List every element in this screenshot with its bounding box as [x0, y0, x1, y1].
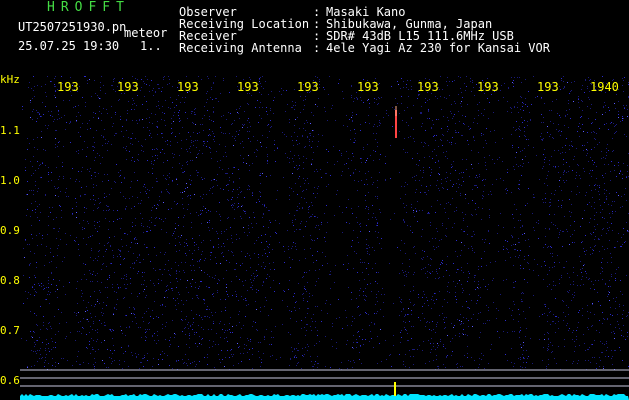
- status-flag: 1..: [140, 39, 162, 53]
- file-name: UT2507251930.pn: [18, 20, 127, 34]
- header-panel: HROFFT UT2507251930.pn meteor 25.07.25 1…: [0, 0, 629, 76]
- spectrogram-canvas: [20, 76, 629, 400]
- y-axis-unit: kHz: [0, 73, 20, 86]
- x-tick-label: 193: [237, 80, 259, 94]
- x-tick-label: 1940: [590, 80, 619, 94]
- x-tick-label: 193: [417, 80, 439, 94]
- signal-baseline: [20, 394, 629, 400]
- y-tick-label: 0.8: [0, 274, 20, 287]
- x-tick-label: 193: [177, 80, 199, 94]
- x-tick-label: 193: [477, 80, 499, 94]
- x-tick-label: 193: [117, 80, 139, 94]
- y-tick-label: 0.7: [0, 324, 20, 337]
- x-tick-label: 193: [357, 80, 379, 94]
- antenna-value: 4ele Yagi Az 230 for Kansai VOR: [326, 41, 550, 55]
- antenna-label: Receiving Antenna: [179, 41, 302, 55]
- x-tick-label: 193: [537, 80, 559, 94]
- detection-tag: meteor: [124, 26, 168, 40]
- x-tick-label: 193: [57, 80, 79, 94]
- y-tick-label: 1.1: [0, 124, 20, 137]
- antenna-colon: :: [313, 41, 321, 55]
- spectrogram-plot: [20, 76, 629, 400]
- y-tick-label: 0.9: [0, 224, 20, 237]
- app-title: HROFFT: [47, 0, 130, 15]
- y-tick-label: 1.0: [0, 174, 20, 187]
- noise-layer: [21, 76, 629, 370]
- date-time: 25.07.25 19:30: [18, 39, 120, 53]
- x-tick-label: 193: [297, 80, 319, 94]
- y-tick-label: 0.6: [0, 374, 20, 387]
